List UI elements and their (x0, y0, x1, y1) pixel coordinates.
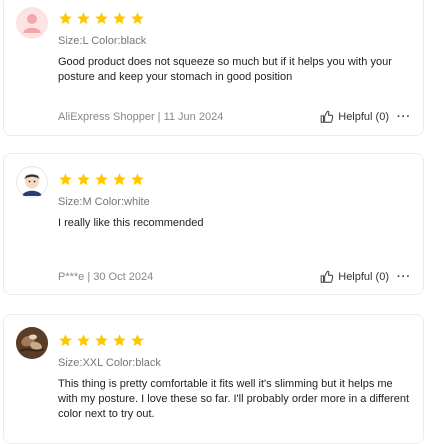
helpful-label: Helpful (0) (338, 111, 389, 123)
star-icon (113, 173, 126, 186)
helpful-label: Helpful (0) (338, 271, 389, 283)
star-icon (77, 173, 90, 186)
star-icon (77, 334, 90, 347)
thumbs-up-icon (320, 110, 334, 123)
star-icon (77, 12, 90, 25)
review-variant-info: Size:L Color:black (58, 35, 147, 47)
review-text: This thing is pretty comfortable it fits… (58, 378, 410, 420)
more-dots-icon[interactable]: ··· (397, 271, 411, 283)
star-icon (113, 334, 126, 347)
helpful-button[interactable]: Helpful (0) ··· (320, 270, 411, 284)
review-text: Good product does not squeeze so much bu… (58, 56, 392, 83)
review-author-date: AliExpress Shopper | 11 Jun 2024 (58, 111, 224, 123)
star-rating (58, 333, 145, 348)
review-card: Size:L Color:black Good product does not… (3, 0, 424, 136)
star-icon (131, 173, 144, 186)
cartoon-avatar-icon (16, 166, 48, 198)
star-icon (59, 173, 72, 186)
review-author-date: P***e | 30 Oct 2024 (58, 271, 154, 283)
more-dots-icon[interactable]: ··· (397, 111, 411, 123)
thumbs-up-icon (320, 270, 334, 283)
star-icon (113, 12, 126, 25)
star-icon (59, 12, 72, 25)
user-silhouette-icon (16, 7, 48, 39)
star-rating (58, 11, 145, 26)
review-variant-info: Size:M Color:white (58, 196, 150, 208)
star-rating (58, 172, 145, 187)
review-text: I really like this recommended (58, 217, 204, 229)
review-card: Size:XXL Color:black This thing is prett… (3, 314, 424, 444)
star-icon (95, 334, 108, 347)
review-card: Size:M Color:white I really like this re… (3, 153, 424, 295)
helpful-button[interactable]: Helpful (0) ··· (320, 110, 411, 124)
star-icon (59, 334, 72, 347)
star-icon (131, 334, 144, 347)
star-icon (95, 12, 108, 25)
star-icon (95, 173, 108, 186)
photo-avatar-icon (16, 327, 48, 359)
review-variant-info: Size:XXL Color:black (58, 357, 161, 369)
star-icon (131, 12, 144, 25)
